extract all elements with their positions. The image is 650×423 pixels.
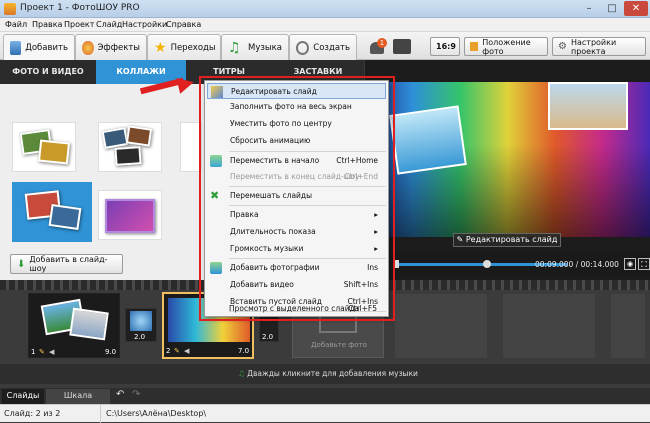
- add-photo-icon: [10, 41, 22, 55]
- collage-thumb-selected[interactable]: [12, 182, 92, 242]
- aspect-ratio-button[interactable]: 16:9: [430, 37, 460, 56]
- preview-photo: [548, 82, 628, 130]
- transition-duration: 2.0: [134, 333, 146, 341]
- collage-thumb[interactable]: [98, 190, 162, 240]
- project-path: C:\Users\Алёна\Desktop\: [106, 409, 207, 418]
- undo-icon[interactable]: ↶: [116, 389, 124, 400]
- transition-block[interactable]: 2.0: [125, 308, 157, 342]
- tab-create[interactable]: Создать: [289, 34, 357, 60]
- snapshot-icon[interactable]: ◉: [624, 258, 636, 270]
- slide-status: Слайд: 2 из 2: [4, 409, 61, 418]
- close-button[interactable]: ✕: [624, 1, 648, 16]
- maximize-button[interactable]: □: [601, 1, 623, 16]
- arrow-down-icon: ⬇: [17, 258, 26, 270]
- music-hint-label: Дважды кликните для добавления музыки: [247, 369, 418, 378]
- empty-slots: [395, 294, 645, 358]
- redo-icon[interactable]: ↷: [132, 389, 140, 400]
- slide-number: 1: [31, 348, 36, 356]
- preview-photo: [389, 105, 467, 175]
- window-title: Проект 1 - ФотоШОУ PRO: [20, 3, 140, 13]
- tab-timeline[interactable]: Шкала времени: [46, 389, 110, 414]
- project-settings-label: Настройки проекта: [570, 37, 617, 56]
- subtab-photo-video[interactable]: ФОТО И ВИДЕО: [0, 60, 96, 84]
- camera-icon[interactable]: [393, 39, 411, 54]
- status-bar: Слайд: 2 из 2 C:\Users\Алёна\Desktop\: [0, 404, 650, 423]
- tab-music[interactable]: ♫ Музыка: [221, 34, 289, 60]
- tab-music-label: Музыка: [248, 42, 282, 53]
- collage-thumb[interactable]: [98, 122, 162, 172]
- music-track[interactable]: ♫ Дважды кликните для добавления музыки: [0, 364, 650, 384]
- tab-transitions[interactable]: ★ Переходы: [147, 34, 221, 60]
- notifications-button[interactable]: 1: [368, 38, 387, 56]
- photo-position-button[interactable]: Положение фото: [464, 37, 548, 56]
- edit-slide-overlay-label: Редактировать слайд: [465, 235, 558, 244]
- notification-badge: 1: [377, 38, 387, 48]
- slide-duration: 9.0: [105, 348, 117, 356]
- title-bar: Проект 1 - ФотоШОУ PRO – □ ✕: [0, 0, 650, 18]
- main-toolbar: Добавить Эффекты ★ Переходы ♫ Музыка Соз…: [0, 32, 650, 61]
- tab-effects[interactable]: Эффекты: [75, 34, 147, 60]
- menu-help[interactable]: Справка: [166, 20, 201, 29]
- music-icon: ♫: [228, 39, 241, 56]
- seek-handle[interactable]: [483, 260, 491, 268]
- tab-add[interactable]: Добавить: [3, 34, 75, 61]
- add-photo-label: Добавьте фото: [311, 341, 367, 349]
- music-hint: ♫ Дважды кликните для добавления музыки: [238, 369, 418, 378]
- pencil-icon[interactable]: ✎: [174, 347, 180, 355]
- transition-icon: [130, 311, 152, 331]
- tab-transitions-label: Переходы: [170, 42, 216, 53]
- tab-effects-label: Эффекты: [97, 42, 141, 53]
- menu-project[interactable]: Проект: [64, 20, 94, 29]
- pencil-icon[interactable]: ✎: [39, 348, 45, 356]
- transition-duration: 2.0: [262, 333, 274, 341]
- menu-settings[interactable]: Настройки: [122, 20, 167, 29]
- minimize-button[interactable]: –: [578, 1, 600, 16]
- annotation-frame: [199, 76, 395, 321]
- pencil-icon: ✎: [456, 235, 466, 244]
- star-icon: ★: [154, 39, 167, 56]
- collage-thumb[interactable]: [12, 122, 76, 172]
- speaker-icon[interactable]: ◀: [49, 348, 54, 356]
- tab-create-label: Создать: [313, 42, 350, 53]
- time-display: 00:09.000 / 00:14.000: [535, 260, 619, 269]
- film-reel-icon: [296, 40, 310, 55]
- bottom-tabs: Слайды Шкала времени ↶ ↷: [0, 388, 650, 414]
- slide-number: 2: [166, 347, 171, 355]
- menu-bar: Файл Правка Проект Слайд Настройки Справ…: [0, 18, 650, 32]
- add-to-slideshow-label: Добавить в слайд-шоу: [29, 255, 108, 273]
- menu-edit[interactable]: Правка: [32, 20, 62, 29]
- tab-add-label: Добавить: [25, 43, 68, 53]
- slide-duration: 7.0: [238, 347, 250, 355]
- edit-slide-overlay-button[interactable]: ✎ Редактировать слайд: [453, 233, 561, 247]
- timeline-slide[interactable]: 1 ✎ ◀ 9.0: [28, 293, 120, 358]
- app-icon: [4, 3, 16, 15]
- speaker-icon[interactable]: ◀: [184, 347, 189, 355]
- preview-panel: ✎ Редактировать слайд 00:09.000 / 00:14.…: [365, 60, 650, 280]
- music-note-icon: ♫: [238, 369, 248, 378]
- menu-file[interactable]: Файл: [5, 20, 27, 29]
- gear-icon: ⚙: [558, 41, 567, 52]
- menu-slide[interactable]: Слайд: [96, 20, 122, 29]
- fullscreen-icon[interactable]: ⛶: [638, 258, 650, 270]
- add-to-slideshow-button[interactable]: ⬇ Добавить в слайд-шоу: [10, 254, 123, 274]
- player-controls: 00:09.000 / 00:14.000 ◉ ⛶: [365, 252, 650, 278]
- tab-slides[interactable]: Слайды: [2, 389, 44, 404]
- photo-position-label: Положение фото: [482, 37, 531, 56]
- palette-icon: [82, 40, 94, 55]
- image-icon: [470, 42, 479, 51]
- project-settings-button[interactable]: ⚙ Настройки проекта: [552, 37, 646, 56]
